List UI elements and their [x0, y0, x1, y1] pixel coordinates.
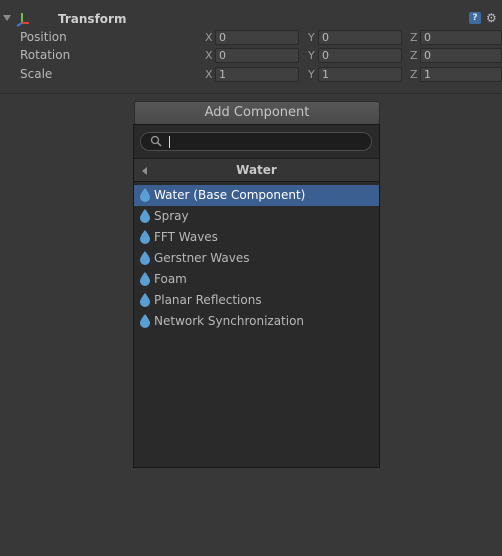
rotation-z-field[interactable]: 0 — [420, 48, 502, 63]
list-item[interactable]: Gerstner Waves — [134, 248, 379, 269]
search-icon — [150, 135, 162, 147]
item-label: Foam — [154, 272, 187, 286]
position-z-field[interactable]: 0 — [420, 30, 502, 45]
inspector-divider — [0, 93, 502, 94]
rotation-label: Rotation — [20, 48, 71, 62]
water-drop-icon — [140, 314, 150, 328]
z-axis-label: Z — [410, 68, 418, 81]
item-label: FFT Waves — [154, 230, 218, 244]
search-field[interactable] — [140, 132, 372, 151]
list-item[interactable]: Water (Base Component) — [134, 185, 379, 206]
x-axis-label: X — [205, 31, 213, 44]
scale-x-field[interactable]: 1 — [215, 67, 299, 82]
gear-icon[interactable]: ⚙ — [486, 12, 498, 24]
water-drop-icon — [140, 272, 150, 286]
foldout-arrow-icon[interactable] — [3, 15, 11, 21]
position-row: Position X 0 Y 0 Z 0 — [0, 29, 502, 46]
position-x-field[interactable]: 0 — [215, 30, 299, 45]
water-drop-icon — [140, 251, 150, 265]
x-axis-label: X — [205, 49, 213, 62]
rotation-y-field[interactable]: 0 — [318, 48, 402, 63]
rotation-row: Rotation X 0 Y 0 Z 0 — [0, 47, 502, 64]
add-component-button[interactable]: Add Component — [134, 101, 380, 125]
list-item[interactable]: Network Synchronization — [134, 311, 379, 332]
rotation-x-field[interactable]: 0 — [215, 48, 299, 63]
item-label: Spray — [154, 209, 189, 223]
x-axis-label: X — [205, 68, 213, 81]
list-item[interactable]: Foam — [134, 269, 379, 290]
list-item[interactable]: FFT Waves — [134, 227, 379, 248]
scale-z-field[interactable]: 1 — [420, 67, 502, 82]
position-label: Position — [20, 30, 67, 44]
scale-label: Scale — [20, 67, 53, 81]
item-label: Network Synchronization — [154, 314, 305, 328]
water-drop-icon — [140, 293, 150, 307]
item-label: Gerstner Waves — [154, 251, 250, 265]
scale-y-field[interactable]: 1 — [318, 67, 402, 82]
help-icon[interactable]: ? — [469, 12, 481, 24]
z-axis-label: Z — [410, 49, 418, 62]
z-axis-label: Z — [410, 31, 418, 44]
y-axis-label: Y — [308, 31, 315, 44]
y-axis-label: Y — [308, 49, 315, 62]
item-label: Planar Reflections — [154, 293, 262, 307]
text-caret — [169, 136, 170, 148]
component-list: Water (Base Component) Spray FFT Waves G… — [134, 185, 379, 332]
water-drop-icon — [140, 209, 150, 223]
water-drop-icon — [140, 230, 150, 244]
component-title: Transform — [58, 12, 127, 26]
y-axis-label: Y — [308, 68, 315, 81]
list-item[interactable]: Spray — [134, 206, 379, 227]
list-item[interactable]: Planar Reflections — [134, 290, 379, 311]
scale-row: Scale X 1 Y 1 Z 1 — [0, 66, 502, 83]
category-header[interactable]: Water — [134, 158, 379, 182]
transform-axis-icon — [16, 13, 29, 27]
category-title: Water — [236, 163, 277, 177]
item-label: Water (Base Component) — [154, 188, 306, 202]
position-y-field[interactable]: 0 — [318, 30, 402, 45]
water-drop-icon — [140, 188, 150, 202]
transform-header[interactable]: Transform ? ⚙ — [0, 11, 502, 29]
add-component-popup: Water Water (Base Component) Spray FFT W… — [133, 124, 380, 468]
